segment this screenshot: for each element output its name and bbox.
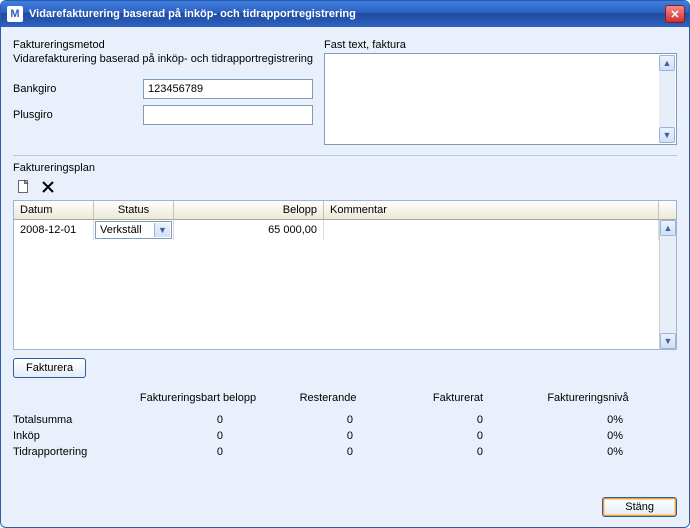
row-purchase-remaining: 0 [263,430,393,442]
bankgiro-input[interactable] [143,79,313,99]
summary-row-purchase: Inköp 0 0 0 0% [13,430,677,442]
table-row[interactable]: 2008-12-01 Verkställ ▼ 65 000,00 [14,220,659,240]
invoice-button[interactable]: Fakturera [13,358,86,378]
cell-amount[interactable]: 65 000,00 [174,220,324,240]
method-label: Faktureringsmetod [13,39,318,51]
hdr-billable: Faktureringsbart belopp [133,392,263,404]
plan-toolbar [13,176,677,200]
row-total-level: 0% [523,414,653,426]
row-total-label: Totalsumma [13,414,133,426]
cell-date[interactable]: 2008-12-01 [14,220,94,240]
grid-scrollbar[interactable]: ▲ ▼ [659,220,676,349]
row-purchase-label: Inköp [13,430,133,442]
hdr-remaining: Resterande [263,392,393,404]
close-icon[interactable]: ✕ [665,5,685,23]
bankgiro-label: Bankgiro [13,83,143,95]
row-time-level: 0% [523,446,653,458]
new-icon[interactable] [15,178,33,196]
content: Faktureringsmetod Vidarefakturering base… [1,27,689,527]
fixed-text-wrap: ▲ ▼ [324,53,677,145]
row-total-remaining: 0 [263,414,393,426]
row-purchase-billable: 0 [133,430,263,442]
row-total-invoiced: 0 [393,414,523,426]
divider [13,155,677,156]
cell-status[interactable]: Verkställ ▼ [94,220,174,240]
cell-comment[interactable] [324,220,659,240]
summary-row-total: Totalsumma 0 0 0 0% [13,414,677,426]
chevron-down-icon[interactable]: ▼ [154,223,170,237]
method-value: Vidarefakturering baserad på inköp- och … [13,53,318,65]
fixed-text-input[interactable] [325,54,658,144]
col-date[interactable]: Datum [14,201,94,219]
plusgiro-input[interactable] [143,105,313,125]
plan-grid: Datum Status Belopp Kommentar 2008-12-01… [13,200,677,350]
col-status[interactable]: Status [94,201,174,219]
row-purchase-level: 0% [523,430,653,442]
close-button[interactable]: Stäng [602,497,677,517]
row-purchase-invoiced: 0 [393,430,523,442]
grid-header: Datum Status Belopp Kommentar [14,201,676,220]
plan-label: Faktureringsplan [13,162,677,174]
app-icon: M [7,6,23,22]
grid-header-spacer [659,201,676,219]
window: M Vidarefakturering baserad på inköp- oc… [0,0,690,528]
row-time-invoiced: 0 [393,446,523,458]
status-value: Verkställ [100,224,142,236]
summary-header: Faktureringsbart belopp Resterande Faktu… [13,392,677,404]
scroll-down-icon[interactable]: ▼ [659,127,675,143]
row-time-label: Tidrapportering [13,446,133,458]
col-amount[interactable]: Belopp [174,201,324,219]
scroll-up-icon[interactable]: ▲ [659,55,675,71]
summary: Faktureringsbart belopp Resterande Faktu… [13,392,677,458]
bottom-bar: Stäng [13,497,677,517]
window-title: Vidarefakturering baserad på inköp- och … [29,8,665,20]
fixed-text-scrollbar[interactable]: ▲ ▼ [659,55,675,143]
grid-body: 2008-12-01 Verkställ ▼ 65 000,00 [14,220,659,349]
scroll-up-icon[interactable]: ▲ [660,220,676,236]
delete-icon[interactable] [39,178,57,196]
hdr-invoiced: Fakturerat [393,392,523,404]
col-comment[interactable]: Kommentar [324,201,659,219]
fixed-text-label: Fast text, faktura [324,39,677,51]
plusgiro-label: Plusgiro [13,109,143,121]
summary-row-time: Tidrapportering 0 0 0 0% [13,446,677,458]
row-time-billable: 0 [133,446,263,458]
scroll-down-icon[interactable]: ▼ [660,333,676,349]
hdr-level: Faktureringsnivå [523,392,653,404]
row-total-billable: 0 [133,414,263,426]
row-time-remaining: 0 [263,446,393,458]
titlebar: M Vidarefakturering baserad på inköp- oc… [1,1,689,27]
